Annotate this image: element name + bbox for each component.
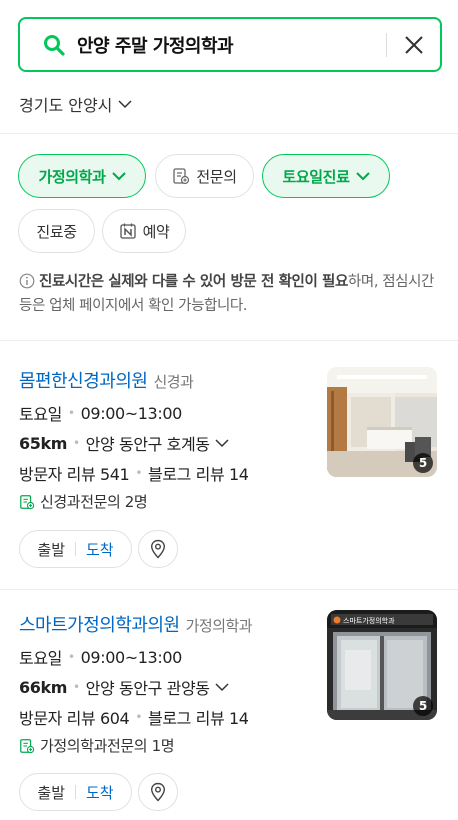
map-pin-button[interactable] [138, 773, 178, 811]
filter-chip-saturday[interactable]: 토요일진료 [262, 154, 390, 198]
chevron-down-icon [215, 439, 229, 448]
filter-chip-label: 토요일진료 [282, 167, 350, 186]
visitor-reviews[interactable]: 방문자 리뷰 541 [19, 461, 130, 485]
review-counts: 방문자 리뷰 541 • 블로그 리뷰 14 [19, 461, 249, 485]
search-icon [44, 35, 65, 56]
depart-button[interactable]: 출발 [37, 782, 75, 803]
filter-chip-label: 가정의학과 [38, 167, 106, 186]
location-line[interactable]: 66km • 안양 동안구 관양동 [19, 675, 229, 699]
location-line[interactable]: 65km • 안양 동안구 호계동 [19, 431, 229, 455]
arrive-button[interactable]: 도착 [76, 782, 114, 803]
divider [0, 133, 458, 134]
filter-chip-label: 진료중 [36, 222, 77, 241]
address: 안양 동안구 관양동 [85, 679, 210, 698]
doctor-badge-icon [20, 494, 35, 509]
blog-reviews[interactable]: 블로그 리뷰 14 [148, 461, 249, 485]
filter-chip-reservation[interactable]: 예약 [102, 209, 186, 253]
specialist-info: 가정의학과전문의 1명 [19, 735, 175, 756]
divider [0, 589, 458, 590]
photo-count-badge: 5 [413, 453, 433, 473]
chevron-down-icon [118, 100, 132, 109]
review-counts: 방문자 리뷰 604 • 블로그 리뷰 14 [19, 705, 249, 729]
chevron-down-icon [355, 172, 370, 181]
specialist-label: 가정의학과전문의 1명 [40, 737, 175, 755]
blog-reviews[interactable]: 블로그 리뷰 14 [148, 705, 249, 729]
photo-count-badge: 5 [413, 696, 433, 716]
specialist-info: 신경과전문의 2명 [19, 491, 148, 512]
close-icon[interactable] [403, 34, 425, 56]
map-pin-button[interactable] [138, 530, 178, 568]
hours-notice: 진료시간은 실제와 다를 수 있어 방문 전 확인이 필요하며, 점심시간 등은… [19, 270, 441, 318]
day-label: 토요일 [19, 649, 62, 668]
business-hours: 토요일 • 09:00~13:00 [19, 645, 182, 669]
hours-label: 09:00~13:00 [80, 403, 183, 423]
filter-chip-specialist[interactable]: 전문의 [155, 154, 254, 198]
distance: 65km [19, 433, 67, 453]
naver-reservation-icon [119, 223, 136, 239]
info-icon [19, 273, 35, 289]
filter-chip-label: 예약 [142, 222, 170, 241]
filter-chip-open-now[interactable]: 진료중 [18, 209, 95, 253]
place-name[interactable]: 몸편한신경과의원 [19, 371, 148, 392]
place-photo[interactable]: 5 [327, 367, 437, 477]
search-input[interactable]: 안양 주말 가정의학과 [77, 32, 234, 58]
divider [0, 340, 458, 341]
business-hours: 토요일 • 09:00~13:00 [19, 401, 182, 425]
filter-chip-family-medicine[interactable]: 가정의학과 [18, 154, 146, 198]
search-bar[interactable]: 안양 주말 가정의학과 [18, 17, 442, 72]
route-buttons: 출발 도착 [19, 773, 132, 811]
place-category: 가정의학과 [185, 617, 253, 635]
route-buttons: 출발 도착 [19, 530, 132, 568]
place-photo[interactable]: 스마트가정의학과 5 [327, 610, 437, 720]
doctor-badge-icon [173, 168, 190, 185]
chevron-down-icon [111, 172, 126, 181]
region-label: 경기도 안양시 [19, 96, 113, 115]
place-title[interactable]: 스마트가정의학과의원 가정의학과 [19, 611, 253, 637]
visitor-reviews[interactable]: 방문자 리뷰 604 [19, 705, 130, 729]
search-divider [386, 33, 387, 57]
specialist-label: 신경과전문의 2명 [40, 493, 148, 511]
place-category: 신경과 [153, 373, 194, 391]
region-selector[interactable]: 경기도 안양시 [19, 92, 132, 116]
day-label: 토요일 [19, 405, 62, 424]
depart-button[interactable]: 출발 [37, 539, 75, 560]
distance: 66km [19, 677, 67, 697]
sign-text: 스마트가정의학과 [343, 616, 395, 625]
doctor-badge-icon [20, 738, 35, 753]
notice-bold: 진료시간은 실제와 다를 수 있어 방문 전 확인이 필요 [39, 274, 348, 290]
map-pin-icon [150, 782, 166, 802]
place-name[interactable]: 스마트가정의학과의원 [19, 615, 180, 636]
arrive-button[interactable]: 도착 [76, 539, 114, 560]
place-title[interactable]: 몸편한신경과의원 신경과 [19, 367, 194, 393]
chevron-down-icon [215, 683, 229, 692]
address: 안양 동안구 호계동 [85, 435, 210, 454]
filter-chip-label: 전문의 [196, 167, 237, 186]
hours-label: 09:00~13:00 [80, 647, 183, 667]
map-pin-icon [150, 539, 166, 559]
